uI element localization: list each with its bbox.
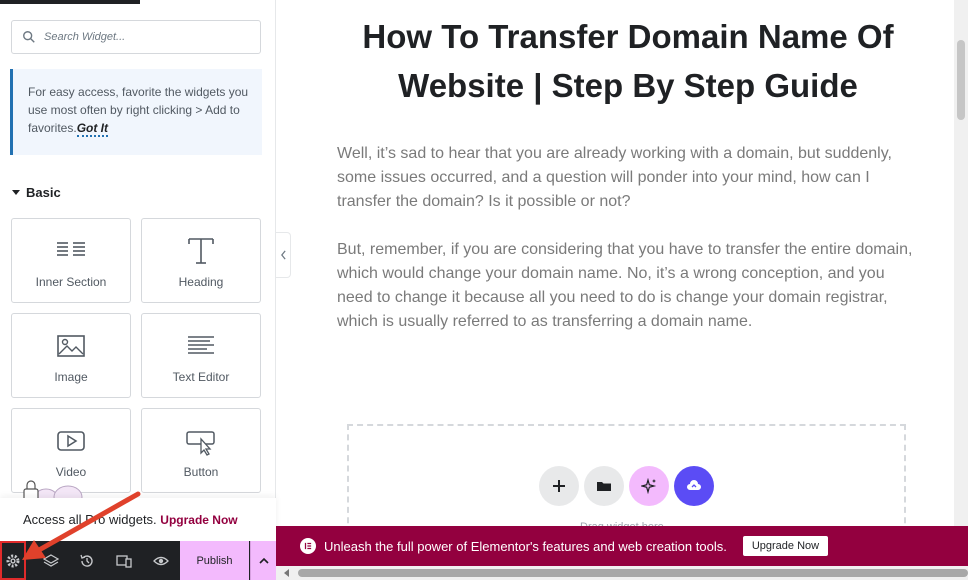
widgets-panel: For easy access, favorite the widgets yo… [0,0,276,580]
history-button[interactable] [68,541,105,580]
sparkles-icon [641,478,657,494]
banner-text: Unleash the full power of Elementor's fe… [324,538,727,554]
widget-label: Image [54,370,88,384]
image-icon [57,335,85,357]
widget-image[interactable]: Image [11,313,131,398]
video-icon [57,431,85,451]
category-basic-toggle[interactable]: Basic [12,185,61,200]
scrollbar-thumb[interactable] [957,40,965,120]
widget-inner-section[interactable]: Inner Section [11,218,131,303]
search-icon [23,31,35,43]
paragraph-2: But, remember, if you are considering th… [337,241,913,330]
upgrade-now-link[interactable]: Upgrade Now [160,513,237,527]
widget-label: Button [183,465,219,479]
post-title: How To Transfer Domain Name Of Website |… [362,18,894,104]
chevron-up-icon [258,557,269,564]
preview-button[interactable] [142,541,179,580]
chevron-left-icon [280,250,286,260]
layers-icon [42,553,59,567]
cloud-upload-icon [687,480,701,490]
publish-button[interactable]: Publish [180,541,249,580]
search-widget-input[interactable] [44,31,244,43]
paragraph-1: Well, it’s sad to hear that you are alre… [337,145,892,210]
elementor-editor: For easy access, favorite the widgets yo… [0,0,968,580]
scrollbar-thumb[interactable] [298,569,968,577]
settings-highlight-box [0,541,26,580]
panel-collapse-toggle[interactable] [276,232,291,278]
inner-section-icon [57,242,85,256]
widget-label: Text Editor [172,370,230,384]
publish-options-button[interactable] [250,541,276,580]
favorites-tip: For easy access, favorite the widgets yo… [10,69,262,155]
folder-icon [597,482,611,491]
responsive-icon [115,554,132,568]
preview-icon [152,556,169,565]
plus-icon [553,480,565,492]
add-template-button[interactable] [584,466,624,506]
upgrade-banner: Unleash the full power of Elementor's fe… [276,526,968,566]
scroll-left-arrow-icon[interactable] [284,569,289,577]
history-icon [79,554,93,567]
pro-widgets-promo: Access all Pro widgets. Upgrade Now [0,498,276,541]
ai-build-button[interactable] [629,466,669,506]
text-editor-icon [188,336,214,354]
add-section-button[interactable] [539,466,579,506]
category-title: Basic [26,185,61,200]
got-it-link[interactable]: Got It [76,121,109,137]
widget-heading[interactable]: Heading [141,218,261,303]
promo-text: Access all Pro widgets. [23,512,157,527]
panel-tab-indicator [0,0,140,4]
widget-button[interactable]: Button [141,408,261,493]
navigator-button[interactable] [32,541,69,580]
kit-library-button[interactable] [674,466,714,506]
vertical-scrollbar[interactable] [954,0,968,526]
responsive-mode-button[interactable] [105,541,142,580]
widget-text-editor[interactable]: Text Editor [141,313,261,398]
tip-text: For easy access, favorite the widgets yo… [28,85,249,135]
search-widget-box[interactable] [11,20,261,54]
banner-upgrade-button[interactable]: Upgrade Now [742,536,829,556]
widget-label: Inner Section [35,275,107,289]
heading-icon [188,238,214,264]
widget-label: Heading [178,275,224,289]
button-icon [186,431,215,456]
elementor-logo-icon [300,538,316,554]
caret-down-icon [12,190,20,195]
horizontal-scrollbar[interactable] [276,566,968,580]
